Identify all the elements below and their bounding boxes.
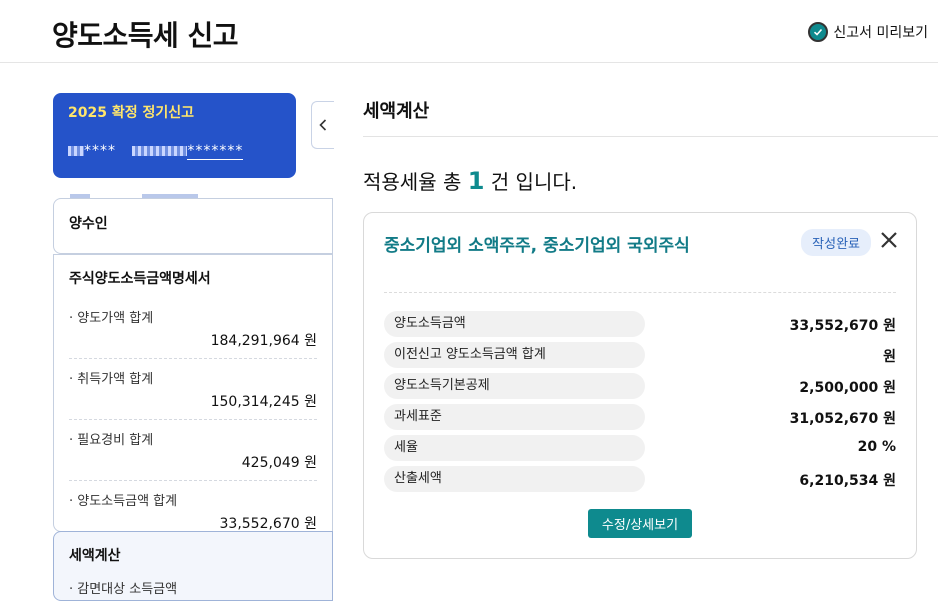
item-label: · 양도소득금액 합계 xyxy=(69,494,178,509)
row-value: 6,210,534 원 xyxy=(799,473,896,489)
item-label: · 양도가액 합계 xyxy=(69,311,154,326)
divider xyxy=(363,136,938,137)
list-item[interactable]: · 취득가액 합계 150,314,245 원 xyxy=(69,359,317,420)
preview-button[interactable]: 신고서 미리보기 xyxy=(808,22,928,42)
row-label: 산출세액 xyxy=(384,466,645,492)
rate-summary: 적용세율 총 1 건 입니다. xyxy=(363,166,577,195)
row-value: 31,052,670 원 xyxy=(789,411,896,427)
list-item[interactable]: · 양도가액 합계 184,291,964 원 xyxy=(69,298,317,359)
item-label: · 필요경비 합계 xyxy=(69,433,154,448)
calc-row: 세율 20 % xyxy=(384,435,896,461)
close-icon xyxy=(881,232,897,248)
preview-label: 신고서 미리보기 xyxy=(833,25,928,41)
row-value: 원 xyxy=(883,349,896,365)
section-heading: 세액계산 xyxy=(363,101,430,122)
tax-calc-card: 중소기업외 소액주주, 중소기업외 국외주식 작성완료 양도소득금액 33,55… xyxy=(363,212,917,559)
filing-type-label: 2025 확정 정기신고 xyxy=(68,105,194,121)
item-label: · 취득가액 합계 xyxy=(69,372,154,387)
pixelated-id xyxy=(132,146,188,156)
sidebar-section-buyer[interactable]: 양수인 xyxy=(53,198,333,254)
item-value: 33,552,670 원 xyxy=(219,516,318,532)
list-item[interactable]: · 필요경비 합계 425,049 원 xyxy=(69,420,317,481)
section-title: 주식양도소득금액명세서 xyxy=(69,271,211,287)
status-badge: 작성완료 xyxy=(801,229,871,256)
row-label: 세율 xyxy=(384,435,645,461)
row-value: 20 % xyxy=(857,439,896,455)
calc-row: 과세표준 31,052,670 원 xyxy=(384,404,896,430)
row-label: 양도소득금액 xyxy=(384,311,645,337)
calc-row: 양도소득금액 33,552,670 원 xyxy=(384,311,896,337)
divider xyxy=(384,292,896,293)
item-value: 150,314,245 원 xyxy=(210,394,317,410)
chevron-left-icon xyxy=(319,119,327,131)
header: 양도소득세 신고 신고서 미리보기 xyxy=(0,0,938,63)
item-value: 425,049 원 xyxy=(241,455,317,471)
calc-row: 산출세액 6,210,534 원 xyxy=(384,466,896,492)
masked-taxpayer-info: **** ******* xyxy=(68,143,244,160)
item-label: · 감면대상 소득금액 xyxy=(69,582,178,597)
pixelated-name xyxy=(68,146,84,156)
sidebar-collapse-button[interactable] xyxy=(311,101,334,149)
sidebar-section-stock-statement[interactable]: 주식양도소득금액명세서 · 양도가액 합계 184,291,964 원 · 취득… xyxy=(53,254,333,532)
edit-detail-button[interactable]: 수정/상세보기 xyxy=(588,509,692,538)
section-title: 양수인 xyxy=(69,216,108,232)
section-title: 세액계산 xyxy=(69,548,121,564)
page-title: 양도소득세 신고 xyxy=(52,19,239,52)
item-value: 184,291,964 원 xyxy=(210,333,317,349)
calc-row: 이전신고 양도소득금액 합계 원 xyxy=(384,342,896,368)
row-label: 이전신고 양도소득금액 합계 xyxy=(384,342,645,368)
summary-suffix: 건 입니다. xyxy=(490,170,578,194)
summary-prefix: 적용세율 총 xyxy=(363,170,462,194)
close-button[interactable] xyxy=(878,229,900,251)
row-value: 2,500,000 원 xyxy=(799,380,896,396)
row-label: 과세표준 xyxy=(384,404,645,430)
card-heading: 중소기업외 소액주주, 중소기업외 국외주식 xyxy=(384,236,690,256)
row-value: 33,552,670 원 xyxy=(789,318,896,334)
document-check-icon xyxy=(808,22,829,42)
row-label: 양도소득기본공제 xyxy=(384,373,645,399)
masked-id-left: **** xyxy=(84,143,116,159)
calc-row: 양도소득기본공제 2,500,000 원 xyxy=(384,373,896,399)
filing-type-card: 2025 확정 정기신고 **** ******* xyxy=(53,93,296,178)
summary-count: 1 xyxy=(467,167,485,195)
masked-id-right: ******* xyxy=(187,143,244,160)
